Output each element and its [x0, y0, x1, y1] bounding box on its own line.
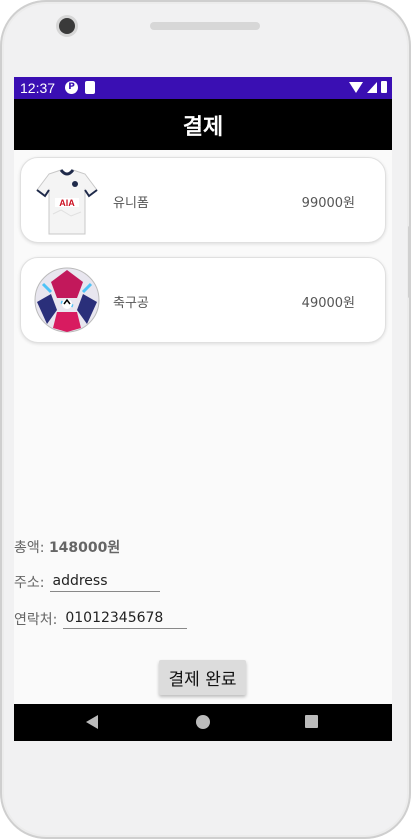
signal-icon	[367, 81, 377, 93]
status-bar: 12:37 P	[14, 77, 392, 99]
phone-input[interactable]	[63, 610, 188, 629]
cart-item-soccer-ball[interactable]: 축구공 49000원	[20, 257, 386, 343]
complete-payment-button[interactable]: 결제 완료	[159, 660, 246, 695]
address-input[interactable]	[50, 573, 161, 592]
item-price: 49000원	[301, 296, 355, 311]
total-value: 148000원	[48, 540, 121, 556]
navigation-bar	[14, 704, 392, 741]
item-price: 99000원	[301, 196, 355, 211]
page-title: 결제	[182, 115, 224, 140]
cart-item-uniform[interactable]: AIA 유니폼 99000원	[20, 157, 386, 243]
uniform-image: AIA	[36, 169, 98, 235]
home-icon[interactable]	[196, 715, 210, 729]
soccer-ball-image	[34, 267, 100, 333]
status-icons	[349, 80, 387, 93]
back-icon[interactable]	[86, 715, 98, 729]
screen: 12:37 P 결제 AIA 유니폼 99000원 축구공 49000원 총액:…	[14, 77, 392, 741]
svg-text:AIA: AIA	[59, 198, 75, 208]
phone-label: 연락처:	[14, 612, 58, 628]
phone-row: 연락처:	[14, 609, 188, 629]
wifi-icon	[349, 82, 363, 93]
item-name: 축구공	[113, 296, 149, 311]
status-time: 12:37	[20, 80, 56, 96]
recent-apps-icon[interactable]	[305, 715, 318, 728]
total-amount: 총액: 148000원	[14, 537, 120, 557]
address-label: 주소:	[14, 575, 45, 591]
app-bar: 결제	[14, 99, 392, 150]
notification-icon: P	[65, 81, 78, 94]
address-row: 주소:	[14, 572, 161, 592]
front-camera	[59, 18, 75, 34]
earpiece-speaker	[150, 22, 260, 30]
item-name: 유니폼	[113, 196, 149, 211]
total-label: 총액:	[14, 540, 49, 556]
battery-icon	[381, 81, 387, 93]
phone-frame: 12:37 P 결제 AIA 유니폼 99000원 축구공 49000원 총액:…	[0, 0, 411, 839]
sd-card-icon	[85, 81, 95, 94]
